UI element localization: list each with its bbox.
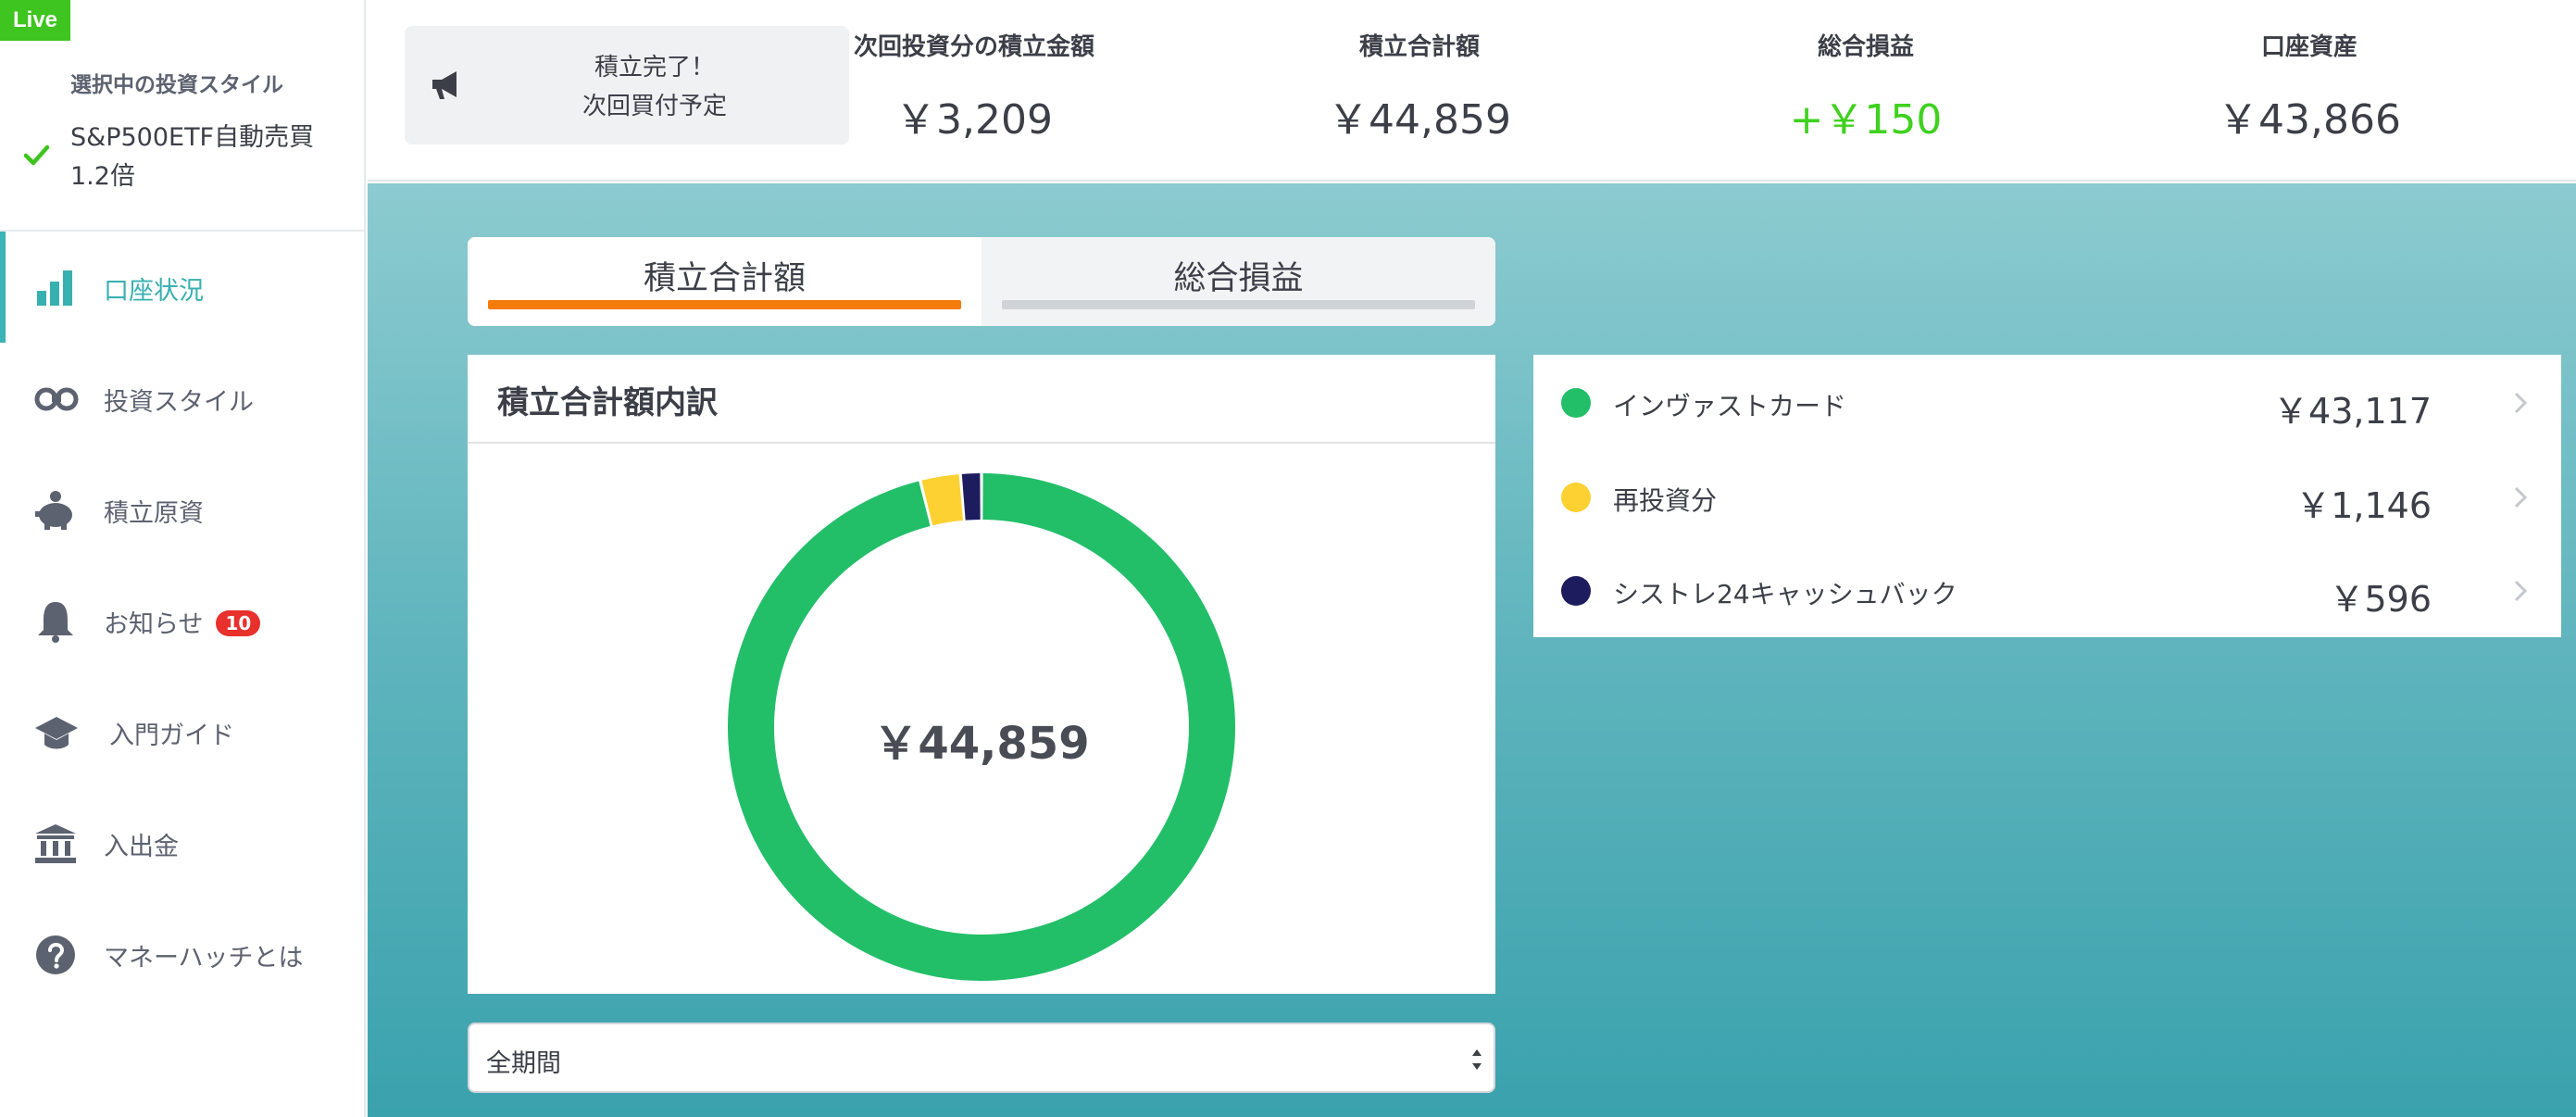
investment-style-name[interactable]: S&P500ETF自動売買1.2倍	[70, 119, 348, 196]
stat-label: 口座資産	[2260, 33, 2357, 61]
binoculars-icon	[34, 387, 79, 411]
stat-total-accumulated: 積立合計額 ￥44,859	[1234, 28, 1605, 145]
bell-icon	[38, 602, 73, 643]
legend-name: シストレ24キャッシュバック	[1613, 579, 1957, 609]
stat-label: 積立合計額	[1358, 33, 1480, 61]
sidebar-item-label: マネーハッチとは	[104, 944, 304, 973]
chevron-right-icon	[2514, 392, 2528, 414]
chevron-right-icon	[2514, 580, 2528, 602]
sidebar-item-account-status[interactable]: 口座状況	[0, 232, 364, 343]
tab-active-indicator	[488, 300, 961, 309]
chart-tabs: 積立合計額 総合損益	[468, 237, 1495, 326]
chevron-right-icon	[2514, 486, 2528, 508]
summary-header: 積立完了！ 次回買付予定 次回投資分の積立金額 ￥3,209 積立合計額 ￥44…	[368, 0, 2576, 182]
graduation-cap-icon	[35, 717, 78, 749]
megaphone-icon	[432, 71, 456, 99]
legend-item[interactable]: インヴァストカード ￥43,117	[1533, 355, 2561, 449]
sidebar-item-guide[interactable]: 入門ガイド	[0, 676, 364, 787]
legend-color-dot	[1561, 483, 1591, 512]
main-content: 積立合計額 総合損益 積立合計額内訳 ￥44,859 全期間 インヴァストカード…	[368, 183, 2576, 1117]
legend-value: ￥1,146	[2295, 485, 2432, 526]
donut-center-total: ￥44,859	[873, 718, 1090, 770]
stat-label: 総合損益	[1817, 33, 1914, 61]
question-circle-icon	[36, 935, 75, 974]
sidebar-item-deposit-withdraw[interactable]: 入出金	[0, 787, 364, 898]
stat-next-investment: 次回投資分の積立金額 ￥3,209	[789, 28, 1159, 145]
legend-item[interactable]: 再投資分 ￥1,146	[1533, 449, 2561, 544]
notice-box: 積立完了！ 次回買付予定	[405, 26, 849, 144]
piggy-bank-icon	[35, 491, 72, 530]
live-badge: Live	[0, 0, 70, 41]
notice-text: 積立完了！ 次回買付予定	[581, 54, 727, 120]
sidebar-item-label: 積立原資	[104, 499, 204, 528]
sidebar-item-funding[interactable]: 積立原資	[0, 454, 364, 565]
sidebar-item-label: 口座状況	[104, 277, 204, 306]
sidebar: Live 選択中の投資スタイル S&P500ETF自動売買1.2倍 口座状況 投…	[0, 0, 366, 1117]
legend-name: 再投資分	[1613, 485, 1718, 516]
tab-label: 総合損益	[1173, 260, 1304, 297]
legend-color-dot	[1561, 576, 1591, 606]
sidebar-item-investment-style[interactable]: 投資スタイル	[0, 343, 364, 454]
select-arrows-icon	[1472, 1049, 1482, 1070]
stat-label: 次回投資分の積立金額	[853, 33, 1094, 61]
sidebar-item-about[interactable]: マネーハッチとは	[0, 898, 364, 1010]
sidebar-item-label: 入出金	[104, 833, 179, 861]
legend-value: ￥43,117	[2273, 391, 2432, 432]
stat-value: ￥44,859	[1328, 96, 1511, 144]
check-icon	[23, 144, 50, 166]
stat-value: +￥150	[1789, 96, 1943, 144]
sidebar-item-label: お知らせ 10	[104, 604, 261, 640]
legend-name: インヴァストカード	[1613, 391, 1847, 421]
period-selected-value: 全期間	[486, 1049, 561, 1078]
notification-count-badge: 10	[216, 610, 261, 636]
legend-value: ￥596	[2329, 579, 2432, 620]
stat-value: ￥43,866	[2218, 96, 2401, 144]
stat-total-profit-loss: 総合損益 +￥150	[1681, 28, 2051, 145]
tab-indicator	[1002, 300, 1475, 309]
breakdown-title: 積立合計額内訳	[497, 384, 718, 421]
breakdown-legend: インヴァストカード ￥43,117 再投資分 ￥1,146 シストレ24キャッシ…	[1533, 355, 2561, 637]
stat-value: ￥3,209	[895, 96, 1053, 144]
legend-item[interactable]: シストレ24キャッシュバック ￥596	[1533, 543, 2561, 637]
donut-segment-3	[961, 473, 981, 521]
bar-chart-icon	[37, 270, 72, 306]
investment-style-label: 選択中の投資スタイル	[70, 73, 283, 97]
stat-account-assets: 口座資産 ￥43,866	[2124, 28, 2495, 145]
tab-total-accumulated[interactable]: 積立合計額	[468, 237, 982, 326]
bank-icon	[35, 824, 76, 863]
sidebar-item-label: 投資スタイル	[104, 388, 254, 417]
tab-label: 積立合計額	[643, 260, 806, 297]
sidebar-item-label: 入門ガイド	[109, 722, 234, 750]
tab-profit-loss[interactable]: 総合損益	[982, 237, 1495, 326]
period-select[interactable]: 全期間	[468, 1023, 1495, 1093]
breakdown-panel: 積立合計額内訳 ￥44,859	[468, 355, 1495, 994]
sidebar-item-notifications[interactable]: お知らせ 10	[0, 565, 364, 676]
legend-color-dot	[1561, 388, 1591, 418]
